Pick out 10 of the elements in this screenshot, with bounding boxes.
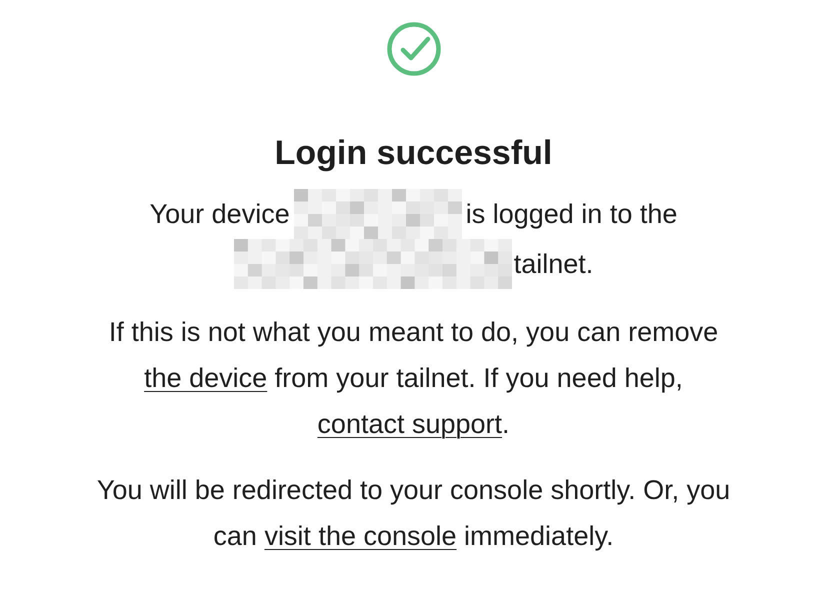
status-text: Your device	[150, 198, 290, 231]
page-title: Login successful	[274, 133, 552, 173]
text-link[interactable]: the device	[144, 363, 268, 393]
text-link[interactable]: visit the console	[264, 521, 457, 551]
notice-paragraph: If this is not what you meant to do, you can remove the device from your tailnet. If you need help, contact support.	[108, 316, 720, 441]
status-text: is logged in to the	[466, 198, 678, 231]
check-circle-icon	[386, 21, 442, 77]
status-text: tailnet.	[514, 248, 594, 281]
redirect-paragraph: You will be redirected to your console shortly. Or, you can visit the console immediately.	[96, 474, 732, 553]
text-link[interactable]: contact support	[317, 409, 502, 439]
